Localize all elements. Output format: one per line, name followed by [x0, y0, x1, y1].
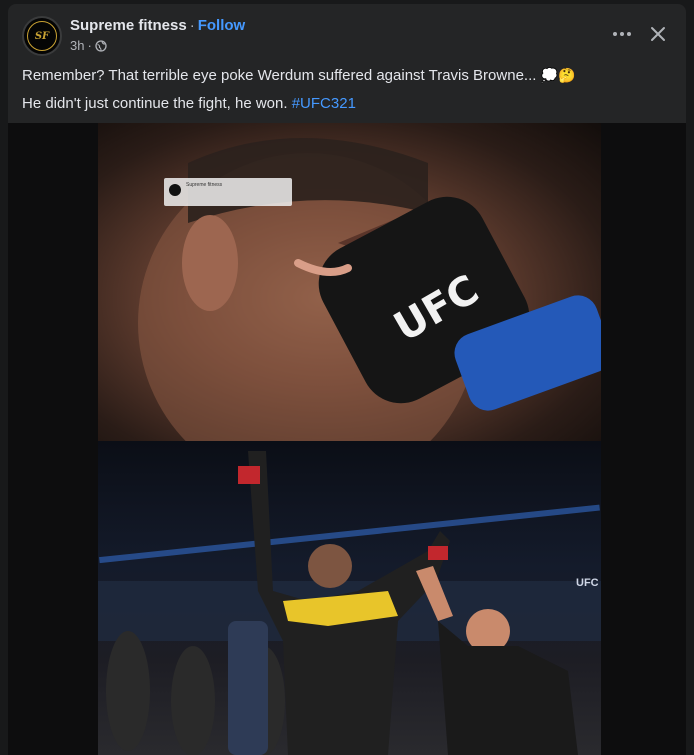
hashtag-link[interactable]: #UFC321: [292, 95, 356, 112]
close-icon[interactable]: [644, 20, 672, 48]
post-card: SF Supreme fitness · Follow 3h · Remembe…: [8, 4, 686, 755]
author-name[interactable]: Supreme fitness: [70, 17, 187, 34]
image-eye-poke: UFC Supreme fitness: [98, 123, 601, 493]
victory-illustration: UFC: [98, 451, 601, 755]
image-victory: UFC: [98, 441, 601, 755]
watermark-avatar: [169, 184, 181, 196]
globe-icon: [95, 39, 107, 52]
post-meta: 3h ·: [70, 38, 107, 53]
post-header: SF Supreme fitness · Follow 3h ·: [8, 4, 686, 64]
avatar-logo: SF: [27, 21, 57, 51]
more-options-icon[interactable]: [610, 22, 634, 46]
follow-button[interactable]: Follow: [198, 17, 246, 34]
emoji-group: 💭🤔: [540, 68, 576, 84]
arena-banner-text: UFC: [576, 577, 599, 589]
post-text-line-2: He didn't just continue the fight, he wo…: [22, 94, 672, 113]
post-time[interactable]: 3h: [70, 38, 84, 53]
post-text: Remember? That terrible eye poke Werdum …: [22, 66, 672, 121]
eye-poke-illustration: UFC: [138, 138, 601, 493]
avatar[interactable]: SF: [22, 16, 62, 56]
image-watermark: Supreme fitness: [164, 178, 292, 206]
post-text-line-2-content: He didn't just continue the fight, he wo…: [22, 95, 288, 112]
post-text-line-1-content: Remember? That terrible eye poke Werdum …: [22, 67, 537, 84]
post-text-line-1: Remember? That terrible eye poke Werdum …: [22, 66, 672, 86]
author-line: Supreme fitness · Follow: [70, 17, 245, 34]
meta-separator: ·: [87, 38, 92, 53]
watermark-name: Supreme fitness: [186, 182, 223, 188]
post-image[interactable]: UFC Supreme fitness UFC: [98, 123, 601, 755]
name-separator: ·: [189, 17, 195, 34]
